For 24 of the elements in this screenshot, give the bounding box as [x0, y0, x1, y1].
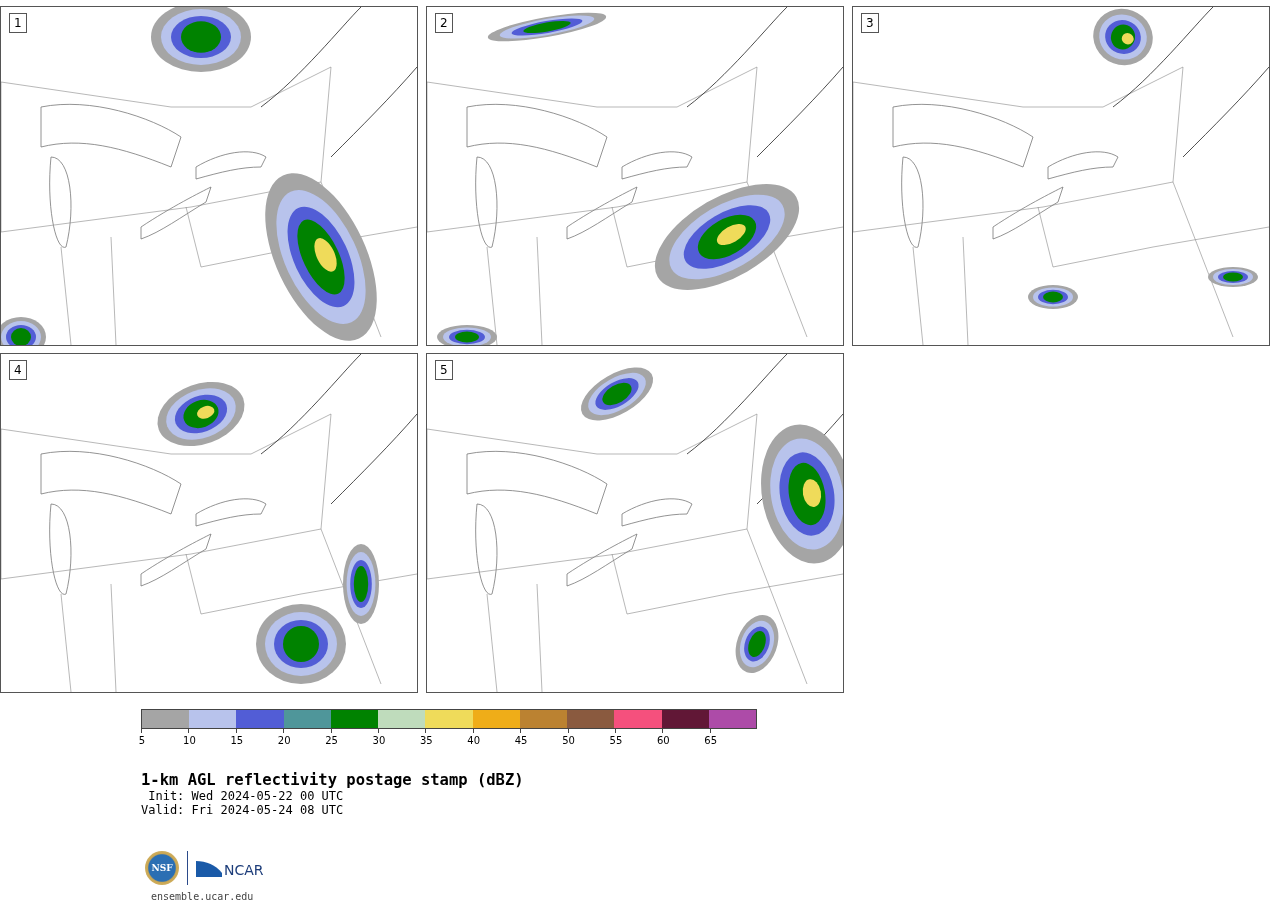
valid-time: Valid: Fri 2024-05-24 08 UTC	[141, 803, 344, 817]
swoosh-icon	[196, 859, 222, 877]
panel-number: 5	[435, 360, 453, 380]
tick-label: 5	[138, 735, 146, 747]
tick-label: 25	[325, 735, 338, 747]
tick-label: 35	[420, 735, 433, 747]
tick-label: 45	[514, 735, 528, 747]
nsf-logo: NSF	[145, 851, 179, 885]
panel-number: 3	[861, 13, 879, 33]
panel-number: 1	[9, 13, 27, 33]
panel-number: 2	[435, 13, 453, 33]
tick-label: 10	[183, 735, 196, 747]
tick-label: 40	[467, 735, 481, 747]
ncar-logo: NCAR	[224, 863, 264, 877]
tick-label: 60	[656, 735, 670, 747]
init-time: Init: Wed 2024-05-22 00 UTC	[147, 789, 344, 803]
tick-label: 30	[372, 735, 386, 747]
tick-label: 55	[609, 735, 623, 747]
tick-label: 65	[704, 735, 718, 747]
tick-label: 20	[277, 735, 291, 747]
tick-label: 15	[230, 735, 244, 747]
chart-title: 1-km AGL reflectivity postage stamp (dBZ)	[141, 771, 524, 789]
panel-number: 4	[9, 360, 27, 380]
tick-label: 50	[562, 735, 575, 747]
